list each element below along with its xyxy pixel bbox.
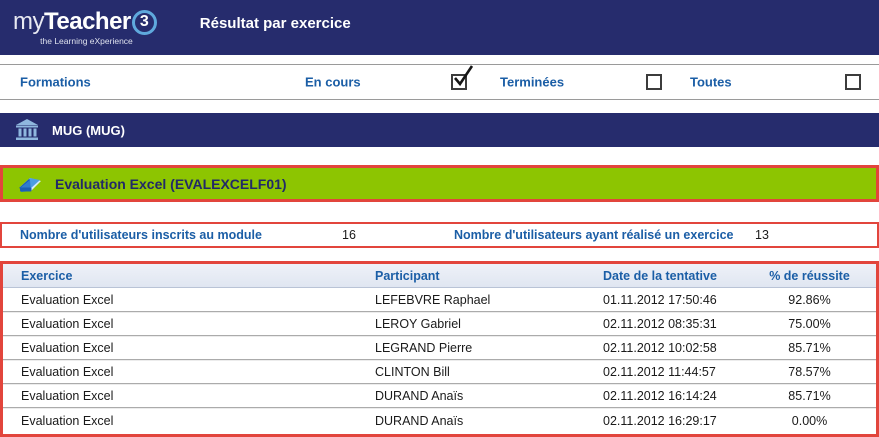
table-row: Evaluation Excel LEROY Gabriel 02.11.201…	[3, 312, 876, 336]
participant-cell: LEROY Gabriel	[357, 317, 585, 331]
filter-toutes-label[interactable]: Toutes	[690, 75, 732, 90]
logo-tagline: the Learning eXperience	[40, 37, 133, 46]
exercise-cell: Evaluation Excel	[3, 414, 357, 428]
date-cell: 02.11.2012 08:35:31	[585, 317, 743, 331]
course-title: Evaluation Excel (EVALEXCELF01)	[55, 176, 287, 192]
active-users-value: 13	[755, 228, 769, 242]
table-header-row: Exercice Participant Date de la tentativ…	[3, 264, 876, 288]
exercise-cell: Evaluation Excel	[3, 341, 357, 355]
score-cell: 92.86%	[743, 293, 876, 307]
score-cell: 85.71%	[743, 389, 876, 403]
bank-icon	[15, 119, 39, 141]
col-participant: Participant	[357, 269, 585, 283]
date-cell: 02.11.2012 16:14:24	[585, 389, 743, 403]
filter-bar: Formations En cours Terminées Toutes	[0, 64, 879, 100]
filter-en-cours-checkbox[interactable]	[451, 74, 467, 90]
table-row: Evaluation Excel LEFEBVRE Raphael 01.11.…	[3, 288, 876, 312]
score-cell: 78.57%	[743, 365, 876, 379]
checkmark-icon	[452, 64, 474, 88]
module-title: MUG (MUG)	[52, 123, 125, 138]
exercise-cell: Evaluation Excel	[3, 389, 357, 403]
book-icon	[18, 174, 42, 193]
stats-strip: Nombre d'utilisateurs inscrits au module…	[0, 222, 879, 248]
date-cell: 01.11.2012 17:50:46	[585, 293, 743, 307]
course-header-bar[interactable]: Evaluation Excel (EVALEXCELF01)	[0, 165, 879, 202]
table-row: Evaluation Excel LEGRAND Pierre 02.11.20…	[3, 336, 876, 360]
table-row: Evaluation Excel CLINTON Bill 02.11.2012…	[3, 360, 876, 384]
col-date: Date de la tentative	[585, 269, 743, 283]
date-cell: 02.11.2012 11:44:57	[585, 365, 743, 379]
results-table: Exercice Participant Date de la tentativ…	[0, 261, 879, 437]
module-header-bar[interactable]: MUG (MUG)	[0, 113, 879, 147]
exercise-cell: Evaluation Excel	[3, 293, 357, 307]
participant-cell: LEGRAND Pierre	[357, 341, 585, 355]
exercise-cell: Evaluation Excel	[3, 317, 357, 331]
exercise-cell: Evaluation Excel	[3, 365, 357, 379]
col-reussite: % de réussite	[743, 269, 876, 283]
filter-terminees-checkbox[interactable]	[646, 74, 662, 90]
logo-brand: Teacher	[44, 10, 131, 34]
filter-terminees-label[interactable]: Terminées	[500, 75, 564, 90]
page-title: Résultat par exercice	[200, 15, 351, 32]
app-header: my Teacher 3 the Learning eXperience Rés…	[0, 0, 879, 55]
table-row: Evaluation Excel DURAND Anaïs 02.11.2012…	[3, 384, 876, 408]
enrolled-users-value: 16	[342, 228, 356, 242]
filter-toutes-checkbox[interactable]	[845, 74, 861, 90]
participant-cell: DURAND Anaïs	[357, 414, 585, 428]
formations-label: Formations	[20, 75, 91, 90]
date-cell: 02.11.2012 10:02:58	[585, 341, 743, 355]
table-row: Evaluation Excel DURAND Anaïs 02.11.2012…	[3, 408, 876, 434]
col-exercice: Exercice	[3, 269, 357, 283]
logo-version-badge: 3	[132, 10, 157, 35]
score-cell: 0.00%	[743, 414, 876, 428]
participant-cell: LEFEBVRE Raphael	[357, 293, 585, 307]
myteacher-logo: my Teacher 3 the Learning eXperience	[13, 10, 157, 46]
score-cell: 75.00%	[743, 317, 876, 331]
active-users-label: Nombre d'utilisateurs ayant réalisé un e…	[454, 228, 733, 242]
filter-en-cours-label[interactable]: En cours	[305, 75, 361, 90]
logo-prefix: my	[13, 10, 44, 34]
date-cell: 02.11.2012 16:29:17	[585, 414, 743, 428]
participant-cell: CLINTON Bill	[357, 365, 585, 379]
participant-cell: DURAND Anaïs	[357, 389, 585, 403]
enrolled-users-label: Nombre d'utilisateurs inscrits au module	[20, 228, 262, 242]
score-cell: 85.71%	[743, 341, 876, 355]
